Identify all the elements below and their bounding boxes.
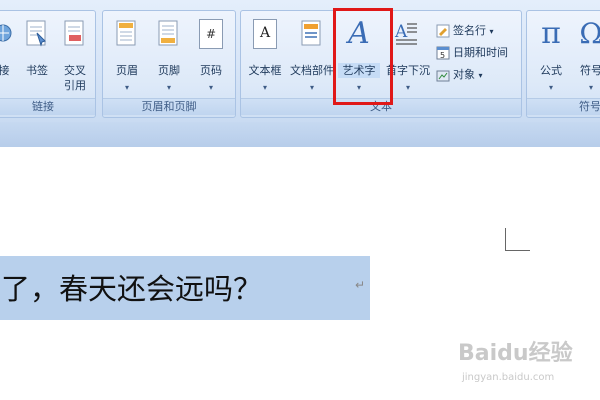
header-button[interactable]: 页眉 ▾ (107, 15, 147, 97)
paragraph-mark: ↵ (355, 278, 366, 292)
footer-dropdown-icon: ▾ (166, 83, 171, 92)
object-icon (436, 70, 450, 82)
signature-line-button[interactable]: 签名行 ▾ (436, 22, 494, 40)
quick-parts-icon (301, 20, 321, 46)
symbols-group-label: 符号 (527, 98, 600, 115)
svg-text:5: 5 (440, 51, 445, 60)
footer-label: 页脚 (158, 64, 180, 77)
text-box-dropdown-icon: ▾ (262, 83, 267, 92)
quick-parts-label: 文档部件 (290, 64, 334, 77)
text-box-button[interactable]: A 文本框 ▾ (245, 15, 285, 97)
equation-button[interactable]: π 公式 ▾ (531, 15, 571, 97)
drop-cap-icon: A (394, 22, 417, 45)
watermark-url: jingyan.baidu.com (462, 372, 555, 383)
header-footer-group-label: 页眉和页脚 (103, 98, 235, 115)
object-label: 对象 (453, 68, 475, 81)
header-footer-group: 页眉 ▾ 页脚 ▾ # 页码 ▾ 页眉和页脚 (102, 10, 236, 118)
date-time-label: 日期和时间 (453, 46, 508, 59)
cross-reference-label-line2: 引用 (64, 79, 86, 92)
symbol-label: 符号 (580, 64, 600, 77)
symbols-group: π 公式 ▾ Ω 符号 ▾ 符号 (526, 10, 600, 118)
selected-text[interactable]: 来了，春天还会远吗？ (0, 266, 262, 308)
quick-parts-dropdown-icon: ▾ (309, 83, 314, 92)
hyperlink-button[interactable]: 接 (0, 15, 17, 97)
bookmark-label: 书签 (26, 64, 48, 77)
hyperlink-label: 接 (0, 64, 10, 77)
ruler-bar (0, 122, 600, 148)
footer-button[interactable]: 页脚 ▾ (149, 15, 189, 97)
links-group-label: 链接 (0, 98, 95, 115)
equation-icon: π (541, 16, 561, 51)
cross-reference-label-line1: 交叉 (64, 64, 86, 77)
equation-label: 公式 (540, 64, 562, 77)
margin-corner-marker (505, 228, 530, 251)
signature-line-dropdown-icon: ▾ (489, 27, 494, 36)
calendar-icon: 5 (436, 46, 450, 60)
header-label: 页眉 (116, 64, 138, 77)
links-group: 接 书签 交叉 引用 链接 (0, 10, 96, 118)
page-number-button[interactable]: # 页码 ▾ (191, 15, 231, 97)
equation-dropdown-icon: ▾ (548, 83, 553, 92)
bookmark-button[interactable]: 书签 (17, 15, 57, 97)
page-number-icon: # (199, 19, 223, 49)
date-time-button[interactable]: 5 日期和时间 (436, 44, 508, 62)
signature-line-label: 签名行 (453, 24, 486, 37)
ribbon: 接 书签 交叉 引用 链接 页眉 ▾ 页脚 ▾ # 页码 ▾ 页眉和页脚 A 文… (0, 0, 600, 122)
symbol-dropdown-icon: ▾ (588, 83, 593, 92)
quick-parts-button[interactable]: 文档部件 ▾ (289, 15, 335, 97)
signature-line-icon (436, 24, 450, 38)
text-box-icon: A (253, 19, 277, 49)
page-number-dropdown-icon: ▾ (208, 83, 213, 92)
svg-text:A: A (394, 22, 408, 42)
header-icon (116, 20, 136, 46)
text-box-label: 文本框 (248, 64, 282, 77)
footer-icon (158, 20, 178, 46)
page-number-label: 页码 (200, 64, 222, 77)
object-dropdown-icon: ▾ (478, 71, 483, 80)
cross-reference-button[interactable]: 交叉 引用 (55, 15, 95, 97)
globe-link-icon (0, 24, 12, 42)
header-dropdown-icon: ▾ (124, 83, 129, 92)
watermark-logo: Baidu经验 (458, 341, 573, 366)
bookmark-icon (26, 20, 46, 47)
symbol-button[interactable]: Ω 符号 ▾ (571, 15, 600, 97)
symbol-icon: Ω (579, 17, 600, 50)
wordart-highlight-box (333, 8, 393, 105)
cross-reference-icon (64, 20, 84, 46)
object-button[interactable]: 对象 ▾ (436, 66, 483, 84)
